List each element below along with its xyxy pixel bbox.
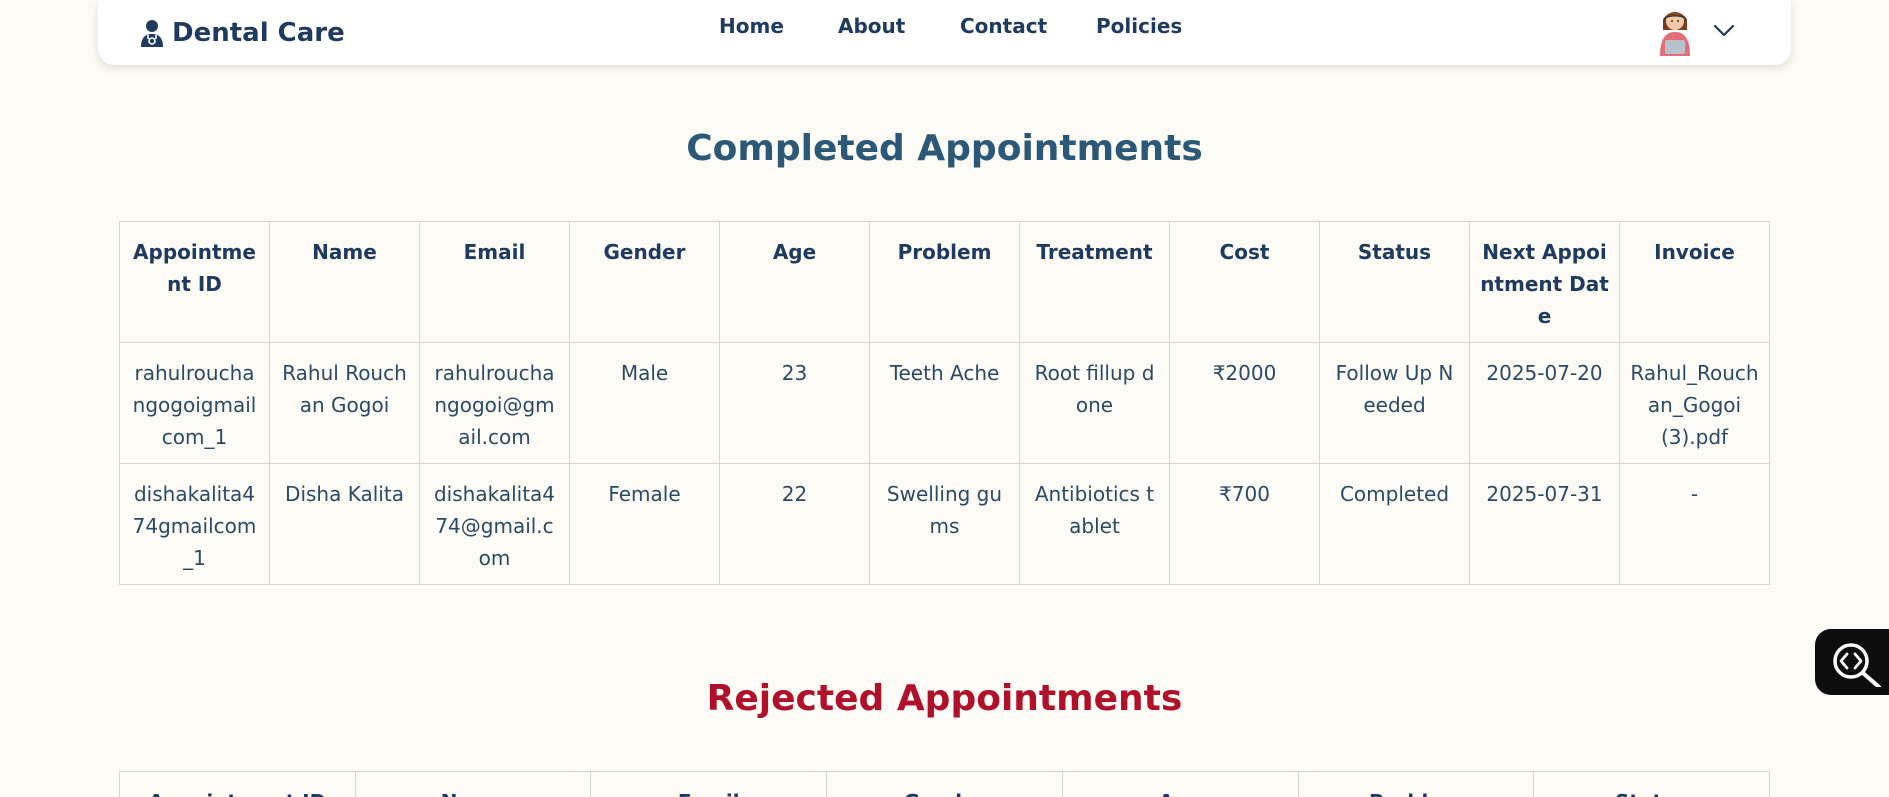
column-header: Gender xyxy=(826,771,1063,797)
rejected-appointments-table: Appointment ID Name Email Gender Age Pro… xyxy=(119,771,1770,797)
nav-link-home[interactable]: Home xyxy=(719,14,784,38)
invoice-link[interactable]: Rahul_Rouchan_Gogoi (3).pdf xyxy=(1619,342,1770,464)
table-header-row: Appointment ID Name Email Gender Age Pro… xyxy=(119,771,1770,797)
table-cell: 22 xyxy=(719,463,870,585)
table-cell: Completed xyxy=(1319,463,1470,585)
table-cell: 2025-07-20 xyxy=(1469,342,1620,464)
nav-links: Home About Contact Policies xyxy=(98,14,1791,42)
table-cell: ₹700 xyxy=(1169,463,1320,585)
table-cell: ₹2000 xyxy=(1169,342,1320,464)
table-cell: Rahul Rouchan Gogoi xyxy=(269,342,420,464)
table-row: rahulrouchangogoigmailcom_1 Rahul Roucha… xyxy=(119,342,1770,464)
column-header: Email xyxy=(419,221,570,343)
nav-link-contact[interactable]: Contact xyxy=(960,14,1047,38)
nav-link-policies[interactable]: Policies xyxy=(1096,14,1182,38)
column-header: Appointment ID xyxy=(119,771,356,797)
code-search-icon xyxy=(1833,643,1881,687)
table-cell: Antibiotics tablet xyxy=(1019,463,1170,585)
column-header: Name xyxy=(354,771,592,797)
rejected-title: Rejected Appointments xyxy=(706,678,1183,719)
column-header: Gender xyxy=(569,221,720,343)
column-header: Age xyxy=(719,221,870,343)
table-cell: rahulrouchangogoi@gmail.com xyxy=(419,342,570,464)
chevron-down-icon[interactable] xyxy=(1712,20,1736,40)
column-header: Treatment xyxy=(1019,221,1170,343)
column-header: Status xyxy=(1533,771,1770,797)
table-cell: rahulrouchangogoigmailcom_1 xyxy=(119,342,270,464)
table-cell: Disha Kalita xyxy=(269,463,420,585)
column-header: Name xyxy=(269,221,420,343)
column-header: Next Appointment Date xyxy=(1469,221,1620,343)
column-header: Problem xyxy=(1297,771,1535,797)
table-cell: Follow Up Needed xyxy=(1319,342,1470,464)
column-header: Invoice xyxy=(1619,221,1770,343)
column-header: Age xyxy=(1061,771,1299,797)
table-cell: 23 xyxy=(719,342,870,464)
code-search-button[interactable] xyxy=(1815,629,1889,695)
column-header: Status xyxy=(1319,221,1470,343)
nav-link-about[interactable]: About xyxy=(838,14,905,38)
user-avatar[interactable] xyxy=(1656,4,1694,56)
table-cell: dishakalita474@gmail.com xyxy=(419,463,570,585)
completed-appointments-table: Appointment ID Name Email Gender Age Pro… xyxy=(119,221,1770,585)
table-header-row: Appointment ID Name Email Gender Age Pro… xyxy=(119,221,1770,343)
table-cell: dishakalita474gmailcom_1 xyxy=(119,463,270,585)
table-cell: Female xyxy=(569,463,720,585)
column-header: Appointment ID xyxy=(119,221,270,343)
table-cell: 2025-07-31 xyxy=(1469,463,1620,585)
table-cell: Male xyxy=(569,342,720,464)
navbar: Dental Care Home About Contact Policies xyxy=(98,0,1791,65)
table-cell: Root fillup done xyxy=(1019,342,1170,464)
completed-title: Completed Appointments xyxy=(686,128,1203,169)
table-cell: - xyxy=(1619,463,1770,585)
column-header: Problem xyxy=(869,221,1020,343)
column-header: Cost xyxy=(1169,221,1320,343)
table-cell: Teeth Ache xyxy=(869,342,1020,464)
table-row: dishakalita474gmailcom_1 Disha Kalita di… xyxy=(119,463,1770,585)
table-cell: Swelling gums xyxy=(869,463,1020,585)
column-header: Email xyxy=(590,771,828,797)
